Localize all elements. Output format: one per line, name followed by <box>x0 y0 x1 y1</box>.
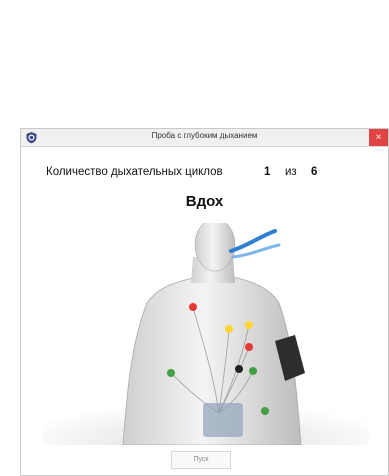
title-bar[interactable]: Проба с глубоким дыханием × <box>21 129 388 147</box>
cycle-total-value: 6 <box>311 166 318 178</box>
breath-cycle-counter: Количество дыхательных циклов 1 из 6 <box>21 166 388 182</box>
torso-illustration <box>43 223 369 445</box>
breath-phase-heading: Вдох <box>185 193 224 210</box>
close-button[interactable]: × <box>369 129 388 146</box>
window-title: Проба с глубоким дыханием <box>151 131 258 140</box>
cycle-of-text: из <box>285 166 297 178</box>
start-button[interactable]: Пуск <box>171 451 231 469</box>
cycle-counter-label: Количество дыхательных циклов <box>46 166 223 178</box>
dialog-window: Проба с глубоким дыханием × Количество д… <box>20 128 389 476</box>
cycle-current-value: 1 <box>264 166 271 178</box>
